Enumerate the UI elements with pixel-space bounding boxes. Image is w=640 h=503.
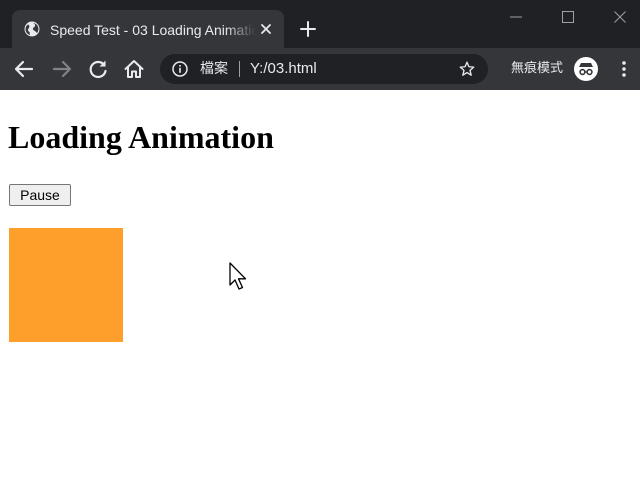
tab-speed-test[interactable]: Speed Test - 03 Loading Animation	[12, 10, 284, 48]
tab-title: Speed Test - 03 Loading Animation	[50, 22, 256, 38]
page-title: Loading Animation	[8, 119, 274, 155]
minimize-button[interactable]	[492, 0, 542, 34]
pause-button[interactable]: Pause	[9, 184, 71, 206]
tab-close-icon[interactable]	[258, 21, 274, 37]
incognito-label: 無痕模式	[511, 61, 564, 76]
reload-icon	[89, 60, 107, 79]
forward-button[interactable]	[50, 57, 74, 81]
loading-square	[9, 228, 123, 342]
arrow-right-icon	[52, 60, 72, 78]
close-icon	[614, 11, 626, 23]
info-icon[interactable]	[172, 61, 188, 77]
url-text: Y:/03.html	[250, 60, 317, 77]
divider	[239, 61, 240, 77]
maximize-icon	[562, 11, 574, 23]
back-button[interactable]	[12, 57, 36, 81]
browser-window: Speed Test - 03 Loading Animation 檔案 Y:/…	[0, 0, 640, 503]
maximize-button[interactable]	[544, 0, 594, 34]
window-close-button[interactable]	[596, 0, 640, 34]
scheme-label: 檔案	[200, 61, 228, 77]
home-icon	[124, 60, 144, 78]
page-content: Loading Animation Pause	[0, 90, 640, 503]
mouse-cursor-icon	[229, 262, 249, 292]
address-bar[interactable]: 檔案 Y:/03.html	[160, 54, 488, 84]
bookmark-star-icon[interactable]	[458, 60, 476, 78]
arrow-left-icon	[14, 60, 34, 78]
incognito-icon[interactable]	[574, 57, 598, 81]
minimize-icon	[510, 16, 522, 18]
reload-button[interactable]	[86, 57, 110, 81]
new-tab-icon[interactable]	[296, 17, 320, 41]
tab-strip: Speed Test - 03 Loading Animation	[0, 0, 640, 48]
home-button[interactable]	[122, 57, 146, 81]
menu-icon[interactable]	[612, 57, 636, 81]
browser-toolbar: 檔案 Y:/03.html 無痕模式	[0, 48, 640, 90]
globe-icon	[24, 21, 40, 37]
